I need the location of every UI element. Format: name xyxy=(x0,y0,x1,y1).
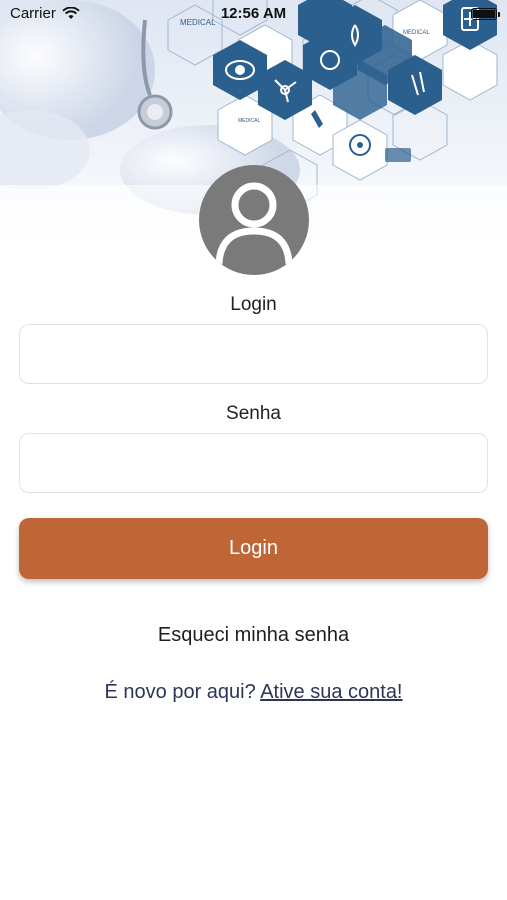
login-label: Login xyxy=(230,294,277,315)
status-time: 12:56 AM xyxy=(220,5,287,22)
status-bar: Carrier 12:56 AM xyxy=(0,0,507,28)
svg-text:MEDICAL: MEDICAL xyxy=(238,118,260,124)
battery-icon xyxy=(471,8,500,20)
password-label: Senha xyxy=(226,403,281,424)
login-button[interactable]: Login xyxy=(19,518,488,579)
user-silhouette-icon xyxy=(215,182,293,267)
new-account-row: É novo por aqui? Ative sua conta! xyxy=(0,681,507,704)
new-here-text: É novo por aqui? xyxy=(104,681,256,703)
password-input[interactable] xyxy=(19,433,488,493)
forgot-password-link[interactable]: Esqueci minha senha xyxy=(0,624,507,647)
login-input[interactable] xyxy=(19,324,488,384)
activate-account-link[interactable]: Ative sua conta! xyxy=(260,681,402,703)
avatar xyxy=(199,165,309,275)
svg-text:MEDICAL: MEDICAL xyxy=(403,30,430,36)
